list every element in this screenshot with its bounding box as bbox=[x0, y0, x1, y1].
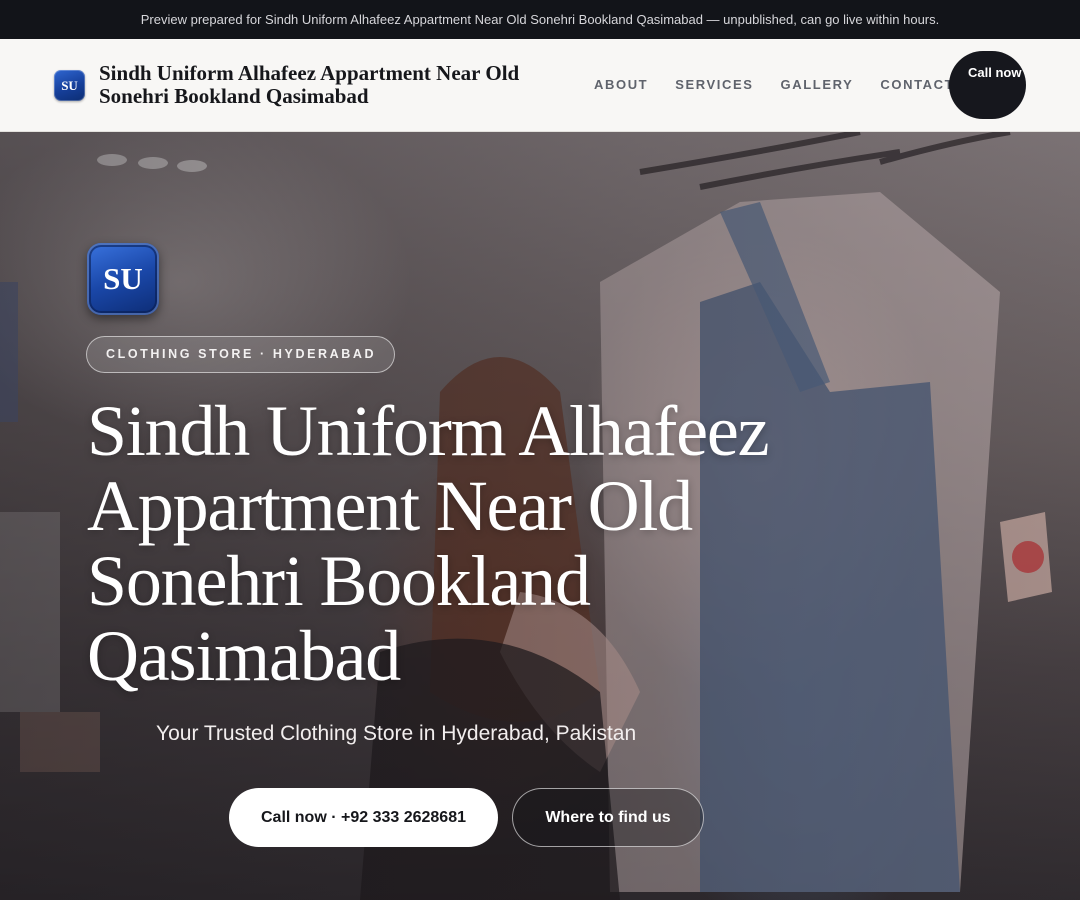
nav-item-contact[interactable]: CONTACT bbox=[880, 77, 954, 93]
brand-logo[interactable]: SU bbox=[54, 70, 85, 101]
hero-subtitle: Your Trusted Clothing Store in Hyderabad… bbox=[156, 722, 637, 745]
preview-banner: Preview prepared for Sindh Uniform Alhaf… bbox=[0, 0, 1080, 39]
header-call-button[interactable]: Call now bbox=[949, 51, 1026, 119]
find-us-button[interactable]: Where to find us bbox=[512, 788, 704, 847]
nav-item-services[interactable]: SERVICES bbox=[675, 77, 753, 93]
hero-logo: SU bbox=[87, 243, 159, 315]
preview-banner-text: Preview prepared for Sindh Uniform Alhaf… bbox=[140, 12, 940, 27]
hero-title: Sindh Uniform Alhafeez Appartment Near O… bbox=[87, 391, 770, 696]
brand-name[interactable]: Sindh Uniform Alhafeez Appartment Near O… bbox=[99, 62, 569, 108]
category-tag: CLOTHING STORE · HYDERABAD bbox=[86, 336, 396, 373]
main-nav: ABOUT SERVICES GALLERY CONTACT bbox=[594, 77, 981, 93]
site-header: SU Sindh Uniform Alhafeez Appartment Nea… bbox=[0, 39, 1080, 132]
nav-item-about[interactable]: ABOUT bbox=[594, 77, 648, 93]
nav-item-gallery[interactable]: GALLERY bbox=[781, 77, 854, 93]
call-now-button[interactable]: Call now · +92 333 2628681 bbox=[229, 788, 498, 847]
hero-section: SU CLOTHING STORE · HYDERABAD Sindh Unif… bbox=[0, 132, 1080, 900]
